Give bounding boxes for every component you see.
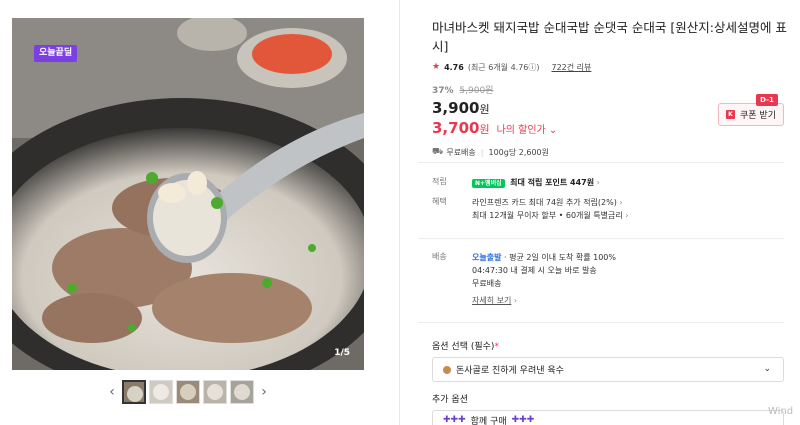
delivery-line-3: 무료배송 <box>472 279 502 288</box>
detail-link[interactable]: 자세히 보기 <box>472 296 511 305</box>
chevron-right-icon: › <box>513 296 518 305</box>
section-divider <box>418 162 784 163</box>
delivery-label: 배송 <box>432 252 447 261</box>
review-count-link[interactable]: 722건 리뷰 <box>552 62 592 73</box>
required-option-text: 옵션 선택 (필수) <box>432 342 495 352</box>
thumbnail-1[interactable] <box>122 380 146 404</box>
chevron-down-icon: ⌄ <box>763 364 771 374</box>
today-ship-link[interactable]: 오늘출발 <box>472 253 501 262</box>
thumbnail-5[interactable] <box>230 380 254 404</box>
rating-score: 4.76 <box>444 62 464 72</box>
chevron-right-icon: › <box>596 178 600 187</box>
benefit-section: 혜택 라인프렌즈 카드 최대 74원 추가 적립(2%) › 최대 12개월 무… <box>432 196 787 222</box>
npay-membership-icon: N+멤버십 <box>472 179 505 188</box>
thumbnail-3[interactable] <box>176 380 200 404</box>
thumbnail-strip: ‹ › <box>105 379 271 405</box>
thumbnail-4[interactable] <box>203 380 227 404</box>
coupon-button[interactable]: K 쿠폰 받기 <box>718 103 784 126</box>
my-price: 3,700 <box>432 119 480 137</box>
benefit-label: 혜택 <box>432 197 447 206</box>
section-divider <box>418 322 784 323</box>
rating-row: ★ 4.76 (최근 6개월 4.76ⓘ) 722건 리뷰 <box>432 61 787 73</box>
column-divider <box>399 0 400 425</box>
sparkle-icon: ✚✚✚ <box>511 415 535 425</box>
gukbap-photo <box>12 18 364 370</box>
chevron-right-icon: › <box>619 198 623 207</box>
points-section: 적립 N+멤버십 최대 적립 포인트 447원 › <box>432 176 787 189</box>
truck-icon: ⛟ <box>432 146 444 157</box>
selected-option: 돈사골로 진하게 우려낸 육수 <box>456 366 564 376</box>
product-title: 마녀바스켓 돼지국밥 순대국밥 순댓국 순대국 [원산지:상세설명에 표시] <box>432 20 787 54</box>
required-mark: * <box>494 342 499 352</box>
image-counter: 1/5 <box>334 348 350 358</box>
shipping-fee: 무료배송 <box>446 147 476 157</box>
discount-rate: 37% <box>432 86 454 96</box>
delivery-section: 배송 오늘출발 · 평균 2일 이내 도착 확률 100% 04:47:30 내… <box>432 251 787 307</box>
unit-price: 100g당 2,600원 <box>488 147 549 157</box>
section-divider <box>418 238 784 239</box>
chevron-right-icon: › <box>625 211 629 220</box>
windows-watermark: Wind <box>768 406 794 417</box>
benefit-line-1[interactable]: 라인프렌즈 카드 최대 74원 추가 적립(2%) <box>472 198 617 207</box>
my-price-unit: 원 <box>479 123 490 136</box>
coupon-icon: K <box>726 110 735 119</box>
thumb-prev-icon[interactable]: ‹ <box>105 379 119 405</box>
benefit-line-2[interactable]: 최대 12개월 무이자 할부 • 60개월 특별금리 <box>472 211 623 220</box>
product-info: 마녀바스켓 돼지국밥 순대국밥 순댓국 순대국 [원산지:상세설명에 표시] ★… <box>432 18 787 158</box>
today-deal-badge: 오늘끝딜 <box>34 45 78 62</box>
thumbnail-2[interactable] <box>149 380 173 404</box>
delivery-line-1: · 평균 2일 이내 도착 확률 100% <box>504 253 617 262</box>
star-icon: ★ <box>432 62 441 72</box>
extra-option-select[interactable]: ✚✚✚ 함께 구매 ✚✚✚ <box>432 410 784 425</box>
points-text[interactable]: 최대 적립 포인트 447원 <box>510 178 594 187</box>
coupon-label: 쿠폰 받기 <box>740 111 776 121</box>
separator: | <box>480 147 484 157</box>
extra-option-value: 함께 구매 <box>470 416 507 425</box>
option-thumbnail-icon <box>443 365 451 374</box>
sale-price-unit: 원 <box>479 103 490 116</box>
original-price: 5,900원 <box>459 86 494 96</box>
required-option-select[interactable]: 돈사골로 진하게 우려낸 육수 ⌄ <box>432 357 784 382</box>
delivery-line-2: 04:47:30 내 결제 시 오늘 바로 발송 <box>472 266 597 275</box>
sparkle-icon: ✚✚✚ <box>443 415 466 425</box>
required-option-label: 옵션 선택 (필수)* <box>432 339 499 352</box>
sale-price: 3,900 <box>432 99 480 117</box>
coupon-dday-badge: D-1 <box>756 94 778 106</box>
original-price-row: 37% 5,900원 <box>432 83 787 96</box>
points-label: 적립 <box>432 177 447 186</box>
product-main-image[interactable]: 오늘끝딜 1/5 <box>12 18 364 370</box>
shipping-row: ⛟ 무료배송 | 100g당 2,600원 <box>432 146 787 158</box>
rating-recent: (최근 6개월 4.76ⓘ) <box>467 62 540 72</box>
my-price-toggle[interactable]: 나의 할인가 ⌄ <box>497 121 558 136</box>
thumb-next-icon[interactable]: › <box>257 379 271 405</box>
extra-option-label: 추가 옵션 <box>432 395 468 405</box>
